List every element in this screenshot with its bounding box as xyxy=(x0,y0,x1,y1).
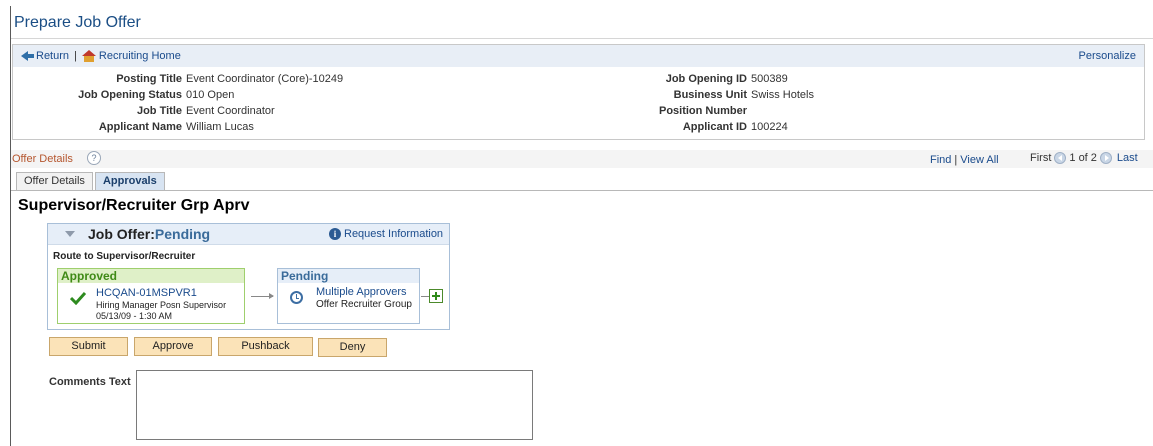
approval-section-title: Supervisor/Recruiter Grp Aprv xyxy=(18,197,250,214)
approver-link[interactable]: HCQAN-01MSPVR1 xyxy=(96,287,197,299)
flow-arrow-icon xyxy=(251,293,274,299)
field-label: Job Title xyxy=(136,105,182,117)
page-title: Prepare Job Offer xyxy=(14,14,141,31)
arrow-left-icon[interactable] xyxy=(21,51,36,61)
field-label: Business Unit xyxy=(673,89,747,101)
nav-separator: | xyxy=(74,50,77,62)
job-opening-id-field: Job Opening ID 500389 xyxy=(617,73,788,85)
help-icon[interactable]: ? xyxy=(87,151,101,165)
approver-group: Offer Recruiter Group xyxy=(316,299,412,310)
submit-button[interactable]: Submit xyxy=(49,337,128,356)
tab-approvals[interactable]: Approvals xyxy=(94,172,165,191)
field-value: Swiss Hotels xyxy=(751,89,814,101)
job-title-field: Job Title Event Coordinator xyxy=(13,105,275,117)
comments-label: Comments Text xyxy=(49,376,131,388)
tab-strip: Offer Details Approvals xyxy=(16,172,167,191)
request-information-link[interactable]: i Request Information xyxy=(329,228,443,240)
applicant-name-field: Applicant Name William Lucas xyxy=(13,121,254,133)
route-label: Route to Supervisor/Recruiter xyxy=(53,251,196,262)
field-value: 010 Open xyxy=(186,89,235,101)
comments-textarea[interactable] xyxy=(136,370,533,440)
field-value: 100224 xyxy=(751,121,788,133)
multiple-approvers-link[interactable]: Multiple Approvers xyxy=(316,286,407,298)
last-link[interactable]: Last xyxy=(1117,152,1138,164)
approval-datetime: 05/13/09 - 1:30 AM xyxy=(96,311,173,321)
find-separator: | xyxy=(954,154,958,166)
pushback-button[interactable]: Pushback xyxy=(218,337,313,356)
pager: First 1 of 2 Last xyxy=(1030,152,1138,164)
checkmark-icon xyxy=(70,291,86,305)
pending-step: Pending Multiple Approvers Offer Recruit… xyxy=(277,268,420,324)
tab-offer-details[interactable]: Offer Details xyxy=(16,172,93,191)
approval-map: Job Offer:Pending i Request Information … xyxy=(47,223,450,330)
business-unit-field: Business Unit Swiss Hotels xyxy=(617,89,814,101)
offer-details-bar: Offer Details ? Find | View All First 1 of… xyxy=(11,150,1153,168)
view-all-link[interactable]: View All xyxy=(960,154,998,166)
approved-step: Approved HCQAN-01MSPVR1 Hiring Manager P… xyxy=(57,268,245,324)
return-link[interactable]: Return xyxy=(36,50,69,62)
collapse-triangle-icon[interactable] xyxy=(65,231,75,237)
next-arrow-icon[interactable] xyxy=(1099,152,1112,164)
pending-step-header: Pending xyxy=(278,269,419,283)
deny-button[interactable]: Deny xyxy=(318,338,387,357)
approve-button[interactable]: Approve xyxy=(134,337,212,356)
first-label: First xyxy=(1030,152,1052,164)
field-label: Posting Title xyxy=(116,73,182,85)
find-link[interactable]: Find xyxy=(930,154,951,166)
add-connector xyxy=(421,296,429,297)
job-offer-status-heading: Job Offer:Pending xyxy=(88,226,210,242)
add-approver-icon[interactable] xyxy=(429,289,443,303)
field-value: 500389 xyxy=(751,73,788,85)
field-label: Applicant ID xyxy=(682,121,747,133)
title-divider xyxy=(11,38,1153,39)
recruiting-home-link[interactable]: Recruiting Home xyxy=(99,50,181,62)
approval-map-header: Job Offer:Pending i Request Information xyxy=(48,224,449,245)
header-toolbar: Return | Recruiting Home Personalize xyxy=(13,45,1144,67)
previous-arrow-icon[interactable] xyxy=(1054,152,1067,164)
field-label: Job Opening ID xyxy=(665,73,747,85)
position-number-field: Position Number xyxy=(617,105,751,117)
posting-title-field: Posting Title Event Coordinator (Core)-10… xyxy=(13,73,343,85)
page-left-border xyxy=(10,6,11,446)
field-label: Applicant Name xyxy=(98,121,182,133)
job-opening-status-field: Job Opening Status 010 Open xyxy=(13,89,234,101)
field-value: Event Coordinator xyxy=(186,105,275,117)
job-offer-label: Job Offer: xyxy=(88,226,155,242)
field-label: Job Opening Status xyxy=(78,89,182,101)
field-value: Event Coordinator (Core)-10249 xyxy=(186,73,344,85)
approved-step-header: Approved xyxy=(58,269,244,283)
find-links: Find | View All xyxy=(930,154,999,166)
job-offer-status: Pending xyxy=(154,226,211,242)
approver-role: Hiring Manager Posn Supervisor xyxy=(96,300,227,310)
home-icon[interactable] xyxy=(81,50,96,62)
field-value: William Lucas xyxy=(186,121,254,133)
tab-divider xyxy=(11,190,1153,191)
personalize-link[interactable]: Personalize xyxy=(1079,50,1136,62)
return-navigation: Return | Recruiting Home xyxy=(21,50,181,62)
info-icon: i xyxy=(329,228,341,240)
job-header-panel: Return | Recruiting Home Personalize Pos… xyxy=(12,44,1145,140)
field-label: Position Number xyxy=(658,105,747,117)
clock-icon xyxy=(290,291,303,304)
applicant-id-field: Applicant ID 100224 xyxy=(617,121,788,133)
request-information-label: Request Information xyxy=(344,228,444,240)
offer-details-title: Offer Details xyxy=(12,153,73,165)
page-indicator: 1 of 2 xyxy=(1069,152,1097,164)
